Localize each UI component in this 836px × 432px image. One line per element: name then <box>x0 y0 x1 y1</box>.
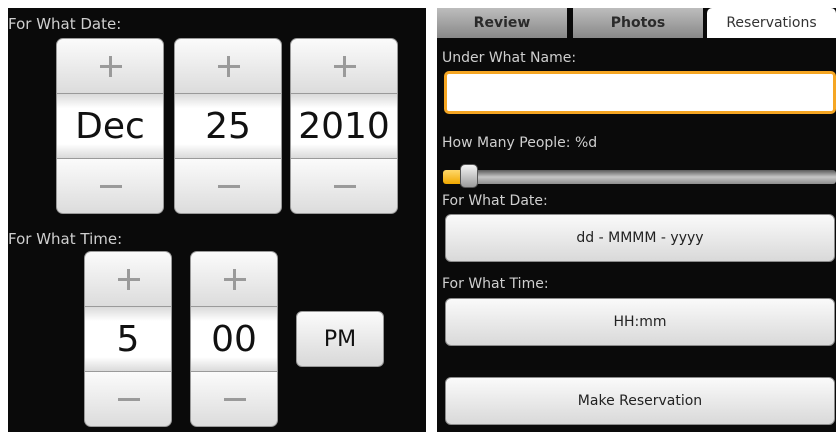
name-label: Under What Name: <box>442 50 577 66</box>
tab-review[interactable]: Review <box>437 8 567 38</box>
tab-reservations[interactable]: Reservations <box>707 8 836 38</box>
hour-decrement-button[interactable] <box>84 371 172 427</box>
seekbar-track <box>447 170 836 184</box>
day-increment-button[interactable] <box>174 38 282 94</box>
seekbar-thumb[interactable] <box>460 164 478 188</box>
reservation-time-label: For What Time: <box>442 276 549 292</box>
minute-decrement-button[interactable] <box>190 371 278 427</box>
date-section-label: For What Date: <box>8 15 122 33</box>
minute-picker: 00 <box>190 251 278 427</box>
people-seekbar[interactable] <box>437 164 836 188</box>
month-increment-button[interactable] <box>56 38 164 94</box>
reservation-date-label: For What Date: <box>442 193 548 209</box>
hour-value[interactable]: 5 <box>84 307 172 371</box>
am-pm-toggle-button[interactable]: PM <box>296 311 384 367</box>
hour-increment-button[interactable] <box>84 251 172 307</box>
people-label: How Many People: %d <box>442 135 598 151</box>
time-section-label: For What Time: <box>8 230 123 248</box>
pick-time-button[interactable]: HH:mm <box>445 298 835 346</box>
make-reservation-button[interactable]: Make Reservation <box>445 377 835 425</box>
day-value[interactable]: 25 <box>174 94 282 158</box>
name-input[interactable] <box>444 71 836 114</box>
hour-picker: 5 <box>84 251 172 427</box>
minute-value[interactable]: 00 <box>190 307 278 371</box>
minute-increment-button[interactable] <box>190 251 278 307</box>
pick-date-button[interactable]: dd - MMMM - yyyy <box>445 214 835 262</box>
year-decrement-button[interactable] <box>290 158 398 214</box>
day-decrement-button[interactable] <box>174 158 282 214</box>
year-increment-button[interactable] <box>290 38 398 94</box>
date-time-picker-screen: For What Date: Dec 25 2010 For What Time… <box>8 8 426 432</box>
month-decrement-button[interactable] <box>56 158 164 214</box>
month-value[interactable]: Dec <box>56 94 164 158</box>
reservation-form-screen: Review Photos Reservations Under What Na… <box>437 8 836 432</box>
tab-photos[interactable]: Photos <box>573 8 703 38</box>
year-value[interactable]: 2010 <box>290 94 398 158</box>
day-picker: 25 <box>174 38 282 214</box>
month-picker: Dec <box>56 38 164 214</box>
year-picker: 2010 <box>290 38 398 214</box>
